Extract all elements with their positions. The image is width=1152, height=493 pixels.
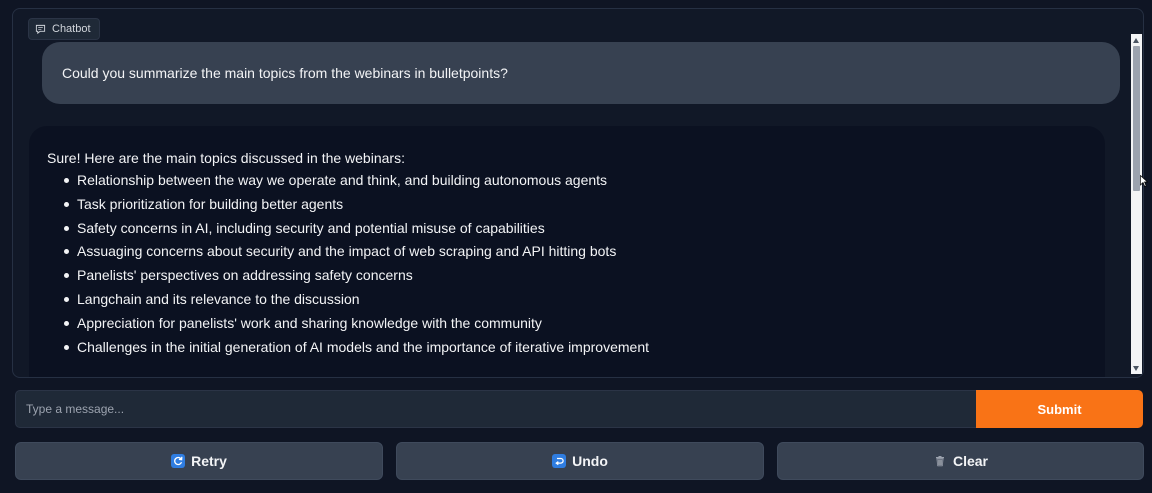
clear-label: Clear: [952, 453, 989, 469]
undo-arrow-icon: [552, 454, 567, 468]
bullet-item: Task prioritization for building better …: [61, 195, 1105, 213]
chatbot-label-text: Chatbot: [52, 23, 91, 35]
undo-label: Undo: [572, 453, 608, 469]
retry-label: Retry: [191, 453, 227, 469]
submit-button[interactable]: Submit: [976, 390, 1143, 428]
bullet-item: Panelists' perspectives on addressing sa…: [61, 266, 1105, 284]
mouse-cursor-icon: [1140, 175, 1148, 187]
message-input-row: Submit: [15, 390, 1143, 428]
bot-message-intro: Sure! Here are the main topics discussed…: [47, 150, 405, 166]
chat-bubble-icon: [35, 24, 46, 34]
message-input[interactable]: [15, 390, 976, 428]
bot-message: Sure! Here are the main topics discussed…: [29, 126, 1105, 377]
bullet-item: Safety concerns in AI, including securit…: [61, 219, 1105, 237]
undo-button[interactable]: Undo: [396, 442, 764, 480]
user-message-text: Could you summarize the main topics from…: [62, 65, 508, 81]
chatbot-label: Chatbot: [28, 18, 100, 40]
app-frame: Chatbot Could you summarize the main top…: [0, 0, 1152, 493]
scroll-down-arrow-icon[interactable]: [1133, 366, 1139, 371]
chatbot-panel: Chatbot Could you summarize the main top…: [12, 8, 1144, 378]
chat-scrollbar[interactable]: [1131, 34, 1142, 374]
bullet-item: Assuaging concerns about security and th…: [61, 242, 1105, 260]
bullet-item: Langchain and its relevance to the discu…: [61, 290, 1105, 308]
bullet-item: Relationship between the way we operate …: [61, 171, 1105, 189]
refresh-icon: [171, 454, 186, 468]
clear-button[interactable]: Clear: [777, 442, 1144, 480]
scroll-thumb[interactable]: [1133, 46, 1140, 191]
scroll-up-arrow-icon[interactable]: [1133, 38, 1139, 43]
bot-bullet-list: Relationship between the way we operate …: [47, 171, 1105, 356]
user-message: Could you summarize the main topics from…: [42, 42, 1120, 104]
bullet-item: Challenges in the initial generation of …: [61, 338, 1105, 356]
bullet-item: Appreciation for panelists' work and sha…: [61, 314, 1105, 332]
retry-button[interactable]: Retry: [15, 442, 383, 480]
trash-icon: [933, 454, 947, 468]
